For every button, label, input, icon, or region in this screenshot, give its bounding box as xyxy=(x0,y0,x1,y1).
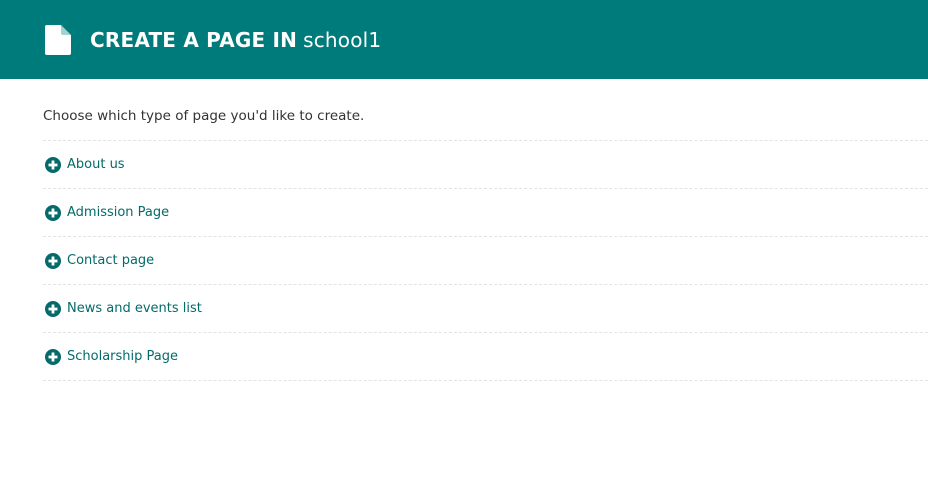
page-type-link[interactable]: Scholarship Page xyxy=(67,349,178,364)
intro-text: Choose which type of page you'd like to … xyxy=(43,108,365,124)
page-type-link[interactable]: News and events list xyxy=(67,301,202,316)
plus-circle-icon xyxy=(45,156,61,173)
page-type-link[interactable]: Contact page xyxy=(67,253,154,268)
plus-circle-icon xyxy=(45,348,61,365)
site-name: school1 xyxy=(303,27,382,52)
page-type-link[interactable]: Admission Page xyxy=(67,205,169,220)
page-type-contact-page[interactable]: Contact page xyxy=(43,236,928,284)
main-content: Choose which type of page you'd like to … xyxy=(0,79,928,381)
plus-circle-icon xyxy=(45,252,61,269)
page-type-news-and-events-list[interactable]: News and events list xyxy=(43,284,928,332)
plus-circle-icon xyxy=(45,204,61,221)
page-type-admission-page[interactable]: Admission Page xyxy=(43,188,928,236)
page-type-list: About us Admission Page Contact page New… xyxy=(43,140,928,381)
page-type-scholarship-page[interactable]: Scholarship Page xyxy=(43,332,928,381)
page-type-link[interactable]: About us xyxy=(67,157,125,172)
file-icon xyxy=(45,24,71,55)
page-header: CREATE A PAGE IN school1 xyxy=(0,0,928,79)
plus-circle-icon xyxy=(45,300,61,317)
page-type-about-us[interactable]: About us xyxy=(43,140,928,188)
title-prefix: CREATE A PAGE IN xyxy=(90,27,298,52)
page-title: CREATE A PAGE IN school1 xyxy=(90,28,381,52)
